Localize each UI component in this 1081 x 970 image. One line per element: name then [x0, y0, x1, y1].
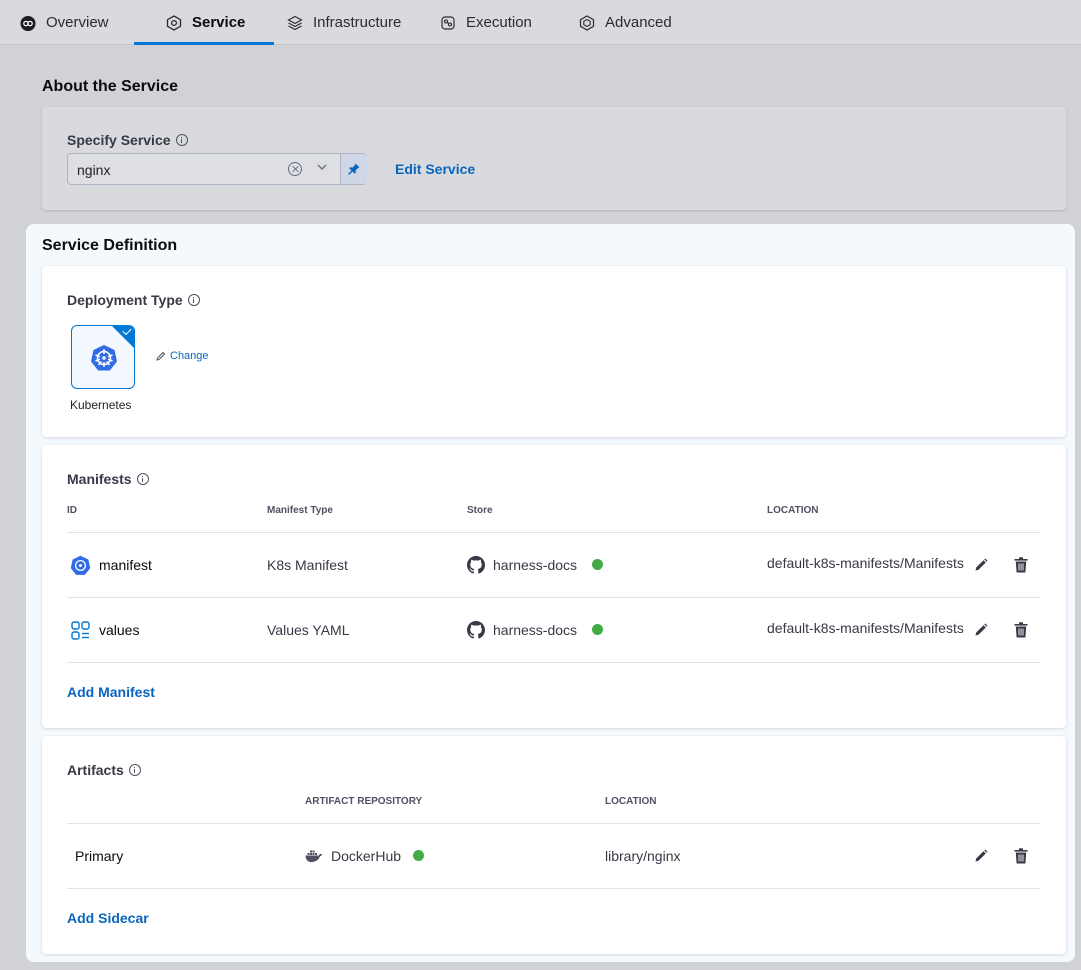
manifest-type: K8s Manifest: [267, 557, 348, 573]
info-icon[interactable]: [175, 134, 188, 146]
kubernetes-deployment-tile[interactable]: [71, 325, 135, 389]
deployment-type-name: Kubernetes: [70, 398, 132, 412]
about-service-title: About the Service: [42, 78, 179, 95]
change-deployment-link[interactable]: Change: [156, 350, 209, 362]
divider: [67, 532, 1040, 533]
manifest-store: harness-docs: [493, 557, 578, 573]
edit-service-link[interactable]: Edit Service: [395, 161, 475, 177]
chevron-down-icon[interactable]: [316, 160, 327, 170]
tab-label: Advanced: [605, 14, 672, 31]
manifest-id: values: [99, 622, 140, 638]
tab-bar: Overview Service Infrastructure Executio…: [0, 0, 1081, 45]
advanced-icon: [579, 14, 595, 31]
manifests-title: Manifests: [67, 471, 132, 487]
specify-service-label-text: Specify Service: [67, 132, 171, 148]
artifact-name: Primary: [75, 848, 124, 864]
delete-trash-icon[interactable]: [1014, 557, 1028, 573]
manifests-label: Manifests: [67, 471, 149, 487]
info-icon[interactable]: [136, 473, 149, 485]
kubernetes-icon: [70, 555, 91, 575]
manifest-location: default-k8s-manifests/Manifests: [767, 620, 964, 636]
tab-infrastructure[interactable]: Infrastructure: [287, 0, 401, 45]
column-header-location: LOCATION: [605, 796, 657, 807]
service-select[interactable]: nginx: [67, 153, 367, 185]
delete-trash-icon[interactable]: [1014, 622, 1028, 638]
deployment-type-label: Deployment Type: [67, 292, 200, 308]
tab-label: Service: [192, 14, 246, 31]
github-icon: [467, 556, 485, 574]
column-header-id: ID: [67, 505, 77, 516]
delete-trash-icon[interactable]: [1014, 848, 1028, 864]
pin-icon: [348, 163, 360, 175]
tab-execution[interactable]: Execution: [440, 0, 532, 45]
add-sidecar-link[interactable]: Add Sidecar: [67, 910, 149, 926]
active-tab-indicator: [134, 42, 274, 45]
tab-service[interactable]: Service: [166, 0, 245, 45]
service-select-value: nginx: [77, 162, 111, 178]
connected-status-dot: [592, 624, 603, 635]
artifacts-card: [42, 736, 1066, 954]
artifact-location: library/nginx: [605, 848, 681, 864]
manifest-type: Values YAML: [267, 622, 350, 638]
column-header-location: LOCATION: [767, 505, 819, 516]
edit-pencil-icon[interactable]: [974, 623, 988, 637]
pipeline-icon: [20, 15, 36, 31]
column-header-manifest-type: Manifest Type: [267, 505, 333, 516]
info-icon[interactable]: [187, 294, 200, 306]
add-manifest-link[interactable]: Add Manifest: [67, 684, 155, 700]
column-header-store: Store: [467, 505, 493, 516]
kubernetes-icon: [91, 345, 117, 371]
service-definition-title: Service Definition: [42, 237, 178, 254]
infrastructure-icon: [287, 15, 303, 31]
divider: [67, 823, 1040, 824]
deployment-type-label-text: Deployment Type: [67, 292, 183, 308]
pin-button[interactable]: [340, 154, 367, 184]
info-icon[interactable]: [128, 764, 141, 776]
divider: [67, 888, 1040, 889]
tab-label: Execution: [466, 14, 532, 31]
edit-pencil-icon[interactable]: [974, 849, 988, 863]
column-header-artifact-repository: ARTIFACT REPOSITORY: [305, 796, 423, 807]
manifest-store: harness-docs: [493, 622, 578, 638]
divider: [67, 597, 1040, 598]
artifacts-label: Artifacts: [67, 762, 141, 778]
docker-icon: [305, 850, 322, 862]
execution-icon: [440, 15, 456, 31]
manifest-id: manifest: [99, 557, 152, 573]
manifests-card: [42, 445, 1066, 728]
manifest-location: default-k8s-manifests/Manifests: [767, 555, 964, 571]
specify-service-label: Specify Service: [67, 132, 188, 148]
change-link-label: Change: [170, 350, 209, 362]
tab-label: Infrastructure: [313, 14, 402, 31]
connected-status-dot: [592, 559, 603, 570]
artifact-repository: DockerHub: [331, 848, 402, 864]
values-yaml-icon: [71, 621, 90, 640]
artifacts-title: Artifacts: [67, 762, 124, 778]
tab-label: Overview: [46, 14, 109, 31]
edit-pencil-icon[interactable]: [974, 558, 988, 572]
connected-status-dot: [413, 850, 424, 861]
clear-icon[interactable]: [288, 162, 302, 176]
tab-advanced[interactable]: Advanced: [579, 0, 672, 45]
pencil-icon: [156, 351, 166, 361]
divider: [67, 662, 1040, 663]
github-icon: [467, 621, 485, 639]
service-icon: [166, 14, 182, 31]
tab-overview[interactable]: Overview: [20, 0, 109, 45]
